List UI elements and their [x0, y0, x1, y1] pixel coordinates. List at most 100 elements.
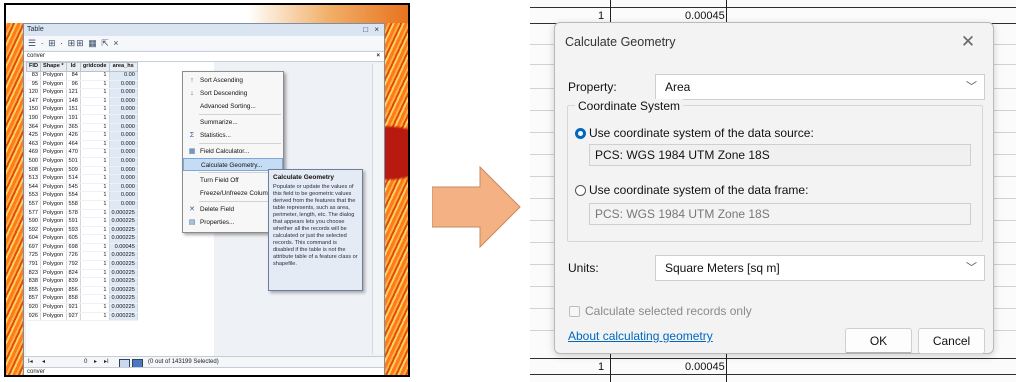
calculate-geometry-tooltip: Calculate Geometry Populate or update th…	[268, 169, 363, 291]
table-window-title: Table	[27, 26, 44, 33]
menu-item[interactable]: Advanced Sorting...	[183, 100, 283, 113]
table-cell: 557	[26, 200, 42, 210]
table-row[interactable]: 725 Polygon 726 1 0.000225	[26, 251, 138, 262]
table-cell: 605	[66, 234, 81, 244]
column-header[interactable]: gridcode	[79, 62, 110, 72]
table-row[interactable]: 513 Polygon 514 1 0.000	[26, 174, 138, 184]
menu-item-label: Properties...	[200, 219, 235, 226]
table-cell: 0.000	[109, 200, 138, 210]
table-cell: 0.000	[109, 157, 138, 167]
table-cell: 1	[80, 166, 110, 176]
table-row[interactable]: 190 Polygon 191 1 0.000	[26, 114, 138, 124]
radio-data-frame-label[interactable]: Use coordinate system of the data frame:	[589, 183, 808, 197]
table-cell: 0.000225	[109, 312, 138, 322]
column-header[interactable]: Id	[65, 62, 81, 72]
table-row[interactable]: 120 Polygon 121 1 0.000	[26, 88, 138, 98]
table-row[interactable]: 838 Polygon 839 1 0.000225	[26, 277, 138, 287]
window-buttons[interactable]: □ ×	[360, 24, 381, 36]
menu-item-label: Calculate Geometry...	[201, 162, 263, 169]
table-row[interactable]: 83 Polygon 84 1 0.00	[26, 71, 138, 81]
menu-item[interactable]: ↑ Sort Ascending	[183, 74, 283, 87]
sigma-icon: Σ	[189, 132, 195, 139]
table-row[interactable]: 697 Polygon 698 1 0.00045	[26, 243, 138, 253]
table-row[interactable]: 508 Polygon 509 1 0.000	[26, 166, 138, 176]
table-cell: 0.000	[109, 148, 138, 158]
table-cell: 1	[80, 277, 110, 287]
table-cell: Polygon	[40, 183, 67, 193]
menu-item[interactable]: Σ Statistics...	[183, 129, 283, 142]
close-icon[interactable]: ✕	[958, 32, 978, 52]
table-row[interactable]: 855 Polygon 856 1 0.000225	[26, 286, 138, 296]
table-row[interactable]: 592 Polygon 593 1 0.000225	[26, 226, 138, 236]
close-tab-icon[interactable]: ×	[376, 52, 380, 61]
right-screenshot: 1 0.00045 1 0.00045 Calculate Geometry ✕…	[530, 0, 1016, 382]
delete-icon: ✕	[189, 206, 195, 213]
table-cell: 824	[66, 269, 81, 279]
table-toolbar[interactable]: ☰ · ⊞ · ⊞⊞ ▦ ⇱ ×	[24, 36, 384, 50]
table-row[interactable]: 95 Polygon 96 1 0.000	[26, 80, 138, 90]
table-cell: 0.000225	[109, 209, 138, 219]
table-cell: 920	[26, 303, 42, 313]
property-dropdown[interactable]: Area ﹀	[655, 74, 985, 100]
table-row[interactable]: 857 Polygon 858 1 0.000225	[26, 294, 138, 305]
table-row[interactable]: 590 Polygon 591 1 0.000225	[26, 217, 138, 227]
column-header[interactable]: FID	[26, 62, 42, 72]
table-row[interactable]: 604 Polygon 605 1 0.000225	[26, 234, 138, 244]
radio-data-source[interactable]	[575, 128, 586, 139]
table-row[interactable]: 823 Polygon 824 1 0.000225	[26, 269, 138, 279]
cancel-button[interactable]: Cancel	[918, 328, 985, 354]
bg-gridcode-top: 1	[598, 10, 605, 22]
column-header[interactable]: Shape *	[40, 62, 67, 72]
table-cell: 1	[80, 97, 110, 107]
table-cell: 121	[66, 88, 81, 98]
table-row[interactable]: 364 Polygon 365 1 0.000	[26, 123, 138, 133]
table-cell: 426	[66, 131, 81, 141]
radio-data-source-label[interactable]: Use coordinate system of the data source…	[589, 126, 814, 140]
about-geometry-link[interactable]: About calculating geometry	[568, 329, 713, 343]
units-label: Units:	[568, 261, 599, 275]
table-cell: 1	[80, 191, 110, 201]
table-row[interactable]: 425 Polygon 426 1 0.000	[26, 131, 138, 141]
bottom-table-tab[interactable]: conver	[24, 367, 384, 375]
chevron-down-icon: ﹀	[966, 81, 977, 93]
table-window-titlebar: Table □ ×	[24, 24, 384, 36]
table-cell: 0.000225	[109, 269, 138, 279]
column-header[interactable]: area_hs	[108, 62, 138, 72]
table-cell: 1	[80, 294, 110, 305]
table-row[interactable]: 500 Polygon 501 1 0.000	[26, 157, 138, 167]
table-cell: 0.000	[109, 174, 138, 184]
table-row[interactable]: 150 Polygon 151 1 0.000	[26, 105, 138, 115]
vertical-scrollbar[interactable]	[372, 64, 383, 354]
table-cell: 1	[80, 80, 110, 90]
table-row[interactable]: 469 Polygon 470 1 0.000	[26, 148, 138, 158]
table-row[interactable]: 553 Polygon 554 1 0.000	[26, 191, 138, 201]
table-cell: 1	[80, 157, 110, 167]
menu-item[interactable]: ▦ Field Calculator...	[183, 145, 283, 158]
table-cell: Polygon	[40, 303, 67, 313]
table-row[interactable]: 557 Polygon 558 1 0.000	[26, 200, 138, 210]
table-cell: 604	[26, 234, 42, 244]
sort-descending-icon: ↓	[190, 90, 194, 97]
table-row[interactable]: 577 Polygon 578 1 0.000225	[26, 209, 138, 219]
table-row[interactable]: 791 Polygon 792 1 0.000225	[26, 260, 138, 270]
calculate-selected-checkbox[interactable]	[569, 306, 580, 317]
table-cell: 926	[26, 312, 42, 322]
table-row[interactable]: 463 Polygon 464 1 0.000	[26, 140, 138, 150]
table-cell: 857	[26, 294, 42, 305]
table-row[interactable]: 147 Polygon 148 1 0.000	[26, 97, 138, 107]
table-cell: Polygon	[40, 226, 67, 236]
menu-item[interactable]: Summarize...	[183, 116, 283, 129]
ok-button[interactable]: OK	[845, 328, 912, 354]
table-cell: 120	[26, 88, 42, 98]
table-cell: 839	[66, 277, 81, 287]
tooltip-title: Calculate Geometry	[273, 174, 335, 181]
table-cell: 0.000	[109, 80, 138, 90]
menu-item[interactable]: ↓ Sort Descending	[183, 87, 283, 100]
table-row[interactable]: 544 Polygon 545 1 0.000	[26, 183, 138, 193]
table-cell: Polygon	[40, 260, 67, 270]
table-row[interactable]: 920 Polygon 921 1 0.000225	[26, 303, 138, 313]
table-cell: 0.000	[109, 123, 138, 133]
table-row[interactable]: 926 Polygon 927 1 0.000225	[26, 312, 138, 322]
radio-data-frame[interactable]	[575, 185, 586, 196]
units-dropdown[interactable]: Square Meters [sq m] ﹀	[655, 255, 985, 281]
